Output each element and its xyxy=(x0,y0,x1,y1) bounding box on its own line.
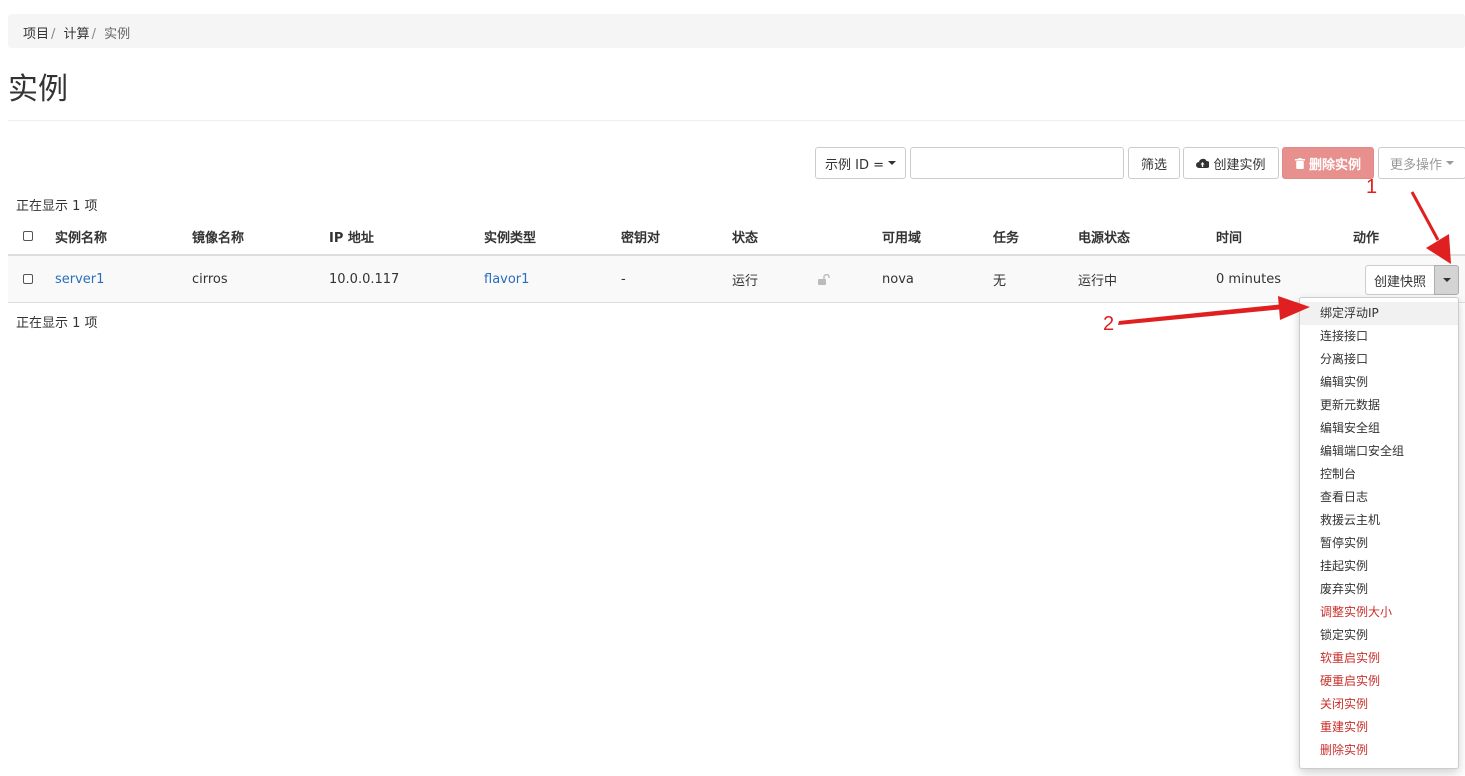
unlock-icon xyxy=(818,256,830,302)
cell-status: 运行 xyxy=(732,273,759,289)
cell-ip: 10.0.0.117 xyxy=(329,271,400,287)
caret-down-icon xyxy=(1446,161,1454,165)
menu-item-hard-reboot[interactable]: 硬重启实例 xyxy=(1300,670,1458,693)
delete-instance-label: 删除实例 xyxy=(1308,157,1361,173)
filter-type-label: 示例 ID = xyxy=(824,157,884,173)
item-count-bottom: 正在显示 1 项 xyxy=(16,316,98,331)
header-keypair[interactable]: 密钥对 xyxy=(621,218,660,254)
menu-item-rebuild[interactable]: 重建实例 xyxy=(1300,716,1458,739)
annotation-arrows xyxy=(1118,191,1451,325)
breadcrumb-item-compute[interactable]: 计算 xyxy=(64,27,90,42)
delete-instance-button[interactable]: 删除实例 xyxy=(1282,147,1374,179)
table-row: server1 cirros 10.0.0.117 flavor1 - 运行 n… xyxy=(8,256,1465,303)
header-actions: 动作 xyxy=(1353,230,1380,246)
more-actions-button[interactable]: 更多操作 xyxy=(1378,147,1465,179)
cloud-upload-icon xyxy=(1196,158,1210,168)
row-actions-toggle[interactable] xyxy=(1434,265,1459,295)
menu-item-lock-instance[interactable]: 锁定实例 xyxy=(1300,624,1458,647)
row-checkbox[interactable] xyxy=(23,274,33,284)
menu-item-console[interactable]: 控制台 xyxy=(1300,463,1458,486)
header-name[interactable]: 实例名称 xyxy=(55,218,107,254)
menu-item-detach-interface[interactable]: 分离接口 xyxy=(1300,348,1458,371)
header-power[interactable]: 电源状态 xyxy=(1078,218,1130,254)
menu-item-edit-port-security-groups[interactable]: 编辑端口安全组 xyxy=(1300,440,1458,463)
cell-image: cirros xyxy=(192,271,228,287)
cell-time: 0 minutes xyxy=(1216,271,1282,287)
menu-item-pause-instance[interactable]: 暂停实例 xyxy=(1300,532,1458,555)
caret-down-icon xyxy=(888,161,896,165)
header-az[interactable]: 可用域 xyxy=(882,218,921,254)
trash-icon xyxy=(1294,157,1305,169)
menu-item-soft-reboot[interactable]: 软重启实例 xyxy=(1300,647,1458,670)
header-image[interactable]: 镜像名称 xyxy=(192,218,244,254)
breadcrumb-item-project[interactable]: 项目 xyxy=(23,27,49,42)
select-all-checkbox[interactable] xyxy=(23,231,33,241)
create-instance-label: 创建实例 xyxy=(1213,157,1266,173)
create-snapshot-label: 创建快照 xyxy=(1373,274,1426,290)
create-snapshot-button[interactable]: 创建快照 xyxy=(1365,265,1435,295)
filter-button-label: 筛选 xyxy=(1140,157,1167,173)
menu-item-edit-instance[interactable]: 编辑实例 xyxy=(1300,371,1458,394)
page-title: 实例 xyxy=(8,72,68,107)
menu-item-associate-floating-ip[interactable]: 绑定浮动IP xyxy=(1300,302,1458,325)
breadcrumb-separator: / xyxy=(51,27,56,42)
title-divider xyxy=(8,120,1465,121)
menu-item-rescue-instance[interactable]: 救援云主机 xyxy=(1300,509,1458,532)
menu-item-view-log[interactable]: 查看日志 xyxy=(1300,486,1458,509)
annotation-step-1: 1 xyxy=(1366,176,1378,198)
annotation-step-2: 2 xyxy=(1103,313,1115,335)
header-task[interactable]: 任务 xyxy=(993,218,1019,254)
header-ip[interactable]: IP 地址 xyxy=(329,218,374,254)
breadcrumb-item-instances: 实例 xyxy=(104,27,131,42)
header-status[interactable]: 状态 xyxy=(732,218,758,254)
cell-keypair: - xyxy=(621,271,626,287)
instance-name-link[interactable]: server1 xyxy=(55,256,104,302)
cell-task: 无 xyxy=(993,273,1007,289)
menu-item-update-metadata[interactable]: 更新元数据 xyxy=(1300,394,1458,417)
caret-down-icon xyxy=(1442,278,1451,282)
header-flavor[interactable]: 实例类型 xyxy=(484,218,536,254)
menu-item-shelve-instance[interactable]: 废弃实例 xyxy=(1300,578,1458,601)
filter-button[interactable]: 筛选 xyxy=(1128,147,1180,179)
filter-type-dropdown[interactable]: 示例 ID = xyxy=(815,147,906,179)
header-time[interactable]: 时间 xyxy=(1216,218,1242,254)
breadcrumb-separator: / xyxy=(91,27,96,42)
create-instance-button[interactable]: 创建实例 xyxy=(1183,147,1279,179)
breadcrumb: 项目 / 计算 / 实例 xyxy=(8,14,1465,48)
row-actions-menu: 绑定浮动IP 连接接口 分离接口 编辑实例 更新元数据 编辑安全组 编辑端口安全… xyxy=(1299,297,1459,769)
filter-input[interactable] xyxy=(910,147,1124,179)
more-actions-label: 更多操作 xyxy=(1389,157,1442,173)
menu-item-suspend-instance[interactable]: 挂起实例 xyxy=(1300,555,1458,578)
cell-power: 运行中 xyxy=(1078,273,1118,289)
item-count-top: 正在显示 1 项 xyxy=(16,199,98,214)
menu-item-resize-instance[interactable]: 调整实例大小 xyxy=(1300,601,1458,624)
table-header: 实例名称 镜像名称 IP 地址 实例类型 密钥对 状态 可用域 任务 电源状态 … xyxy=(8,218,1465,256)
menu-item-attach-interface[interactable]: 连接接口 xyxy=(1300,325,1458,348)
menu-item-edit-security-groups[interactable]: 编辑安全组 xyxy=(1300,417,1458,440)
menu-item-delete[interactable]: 删除实例 xyxy=(1300,739,1458,762)
cell-az: nova xyxy=(882,271,914,287)
flavor-link[interactable]: flavor1 xyxy=(484,256,529,302)
menu-item-shut-off[interactable]: 关闭实例 xyxy=(1300,693,1458,716)
